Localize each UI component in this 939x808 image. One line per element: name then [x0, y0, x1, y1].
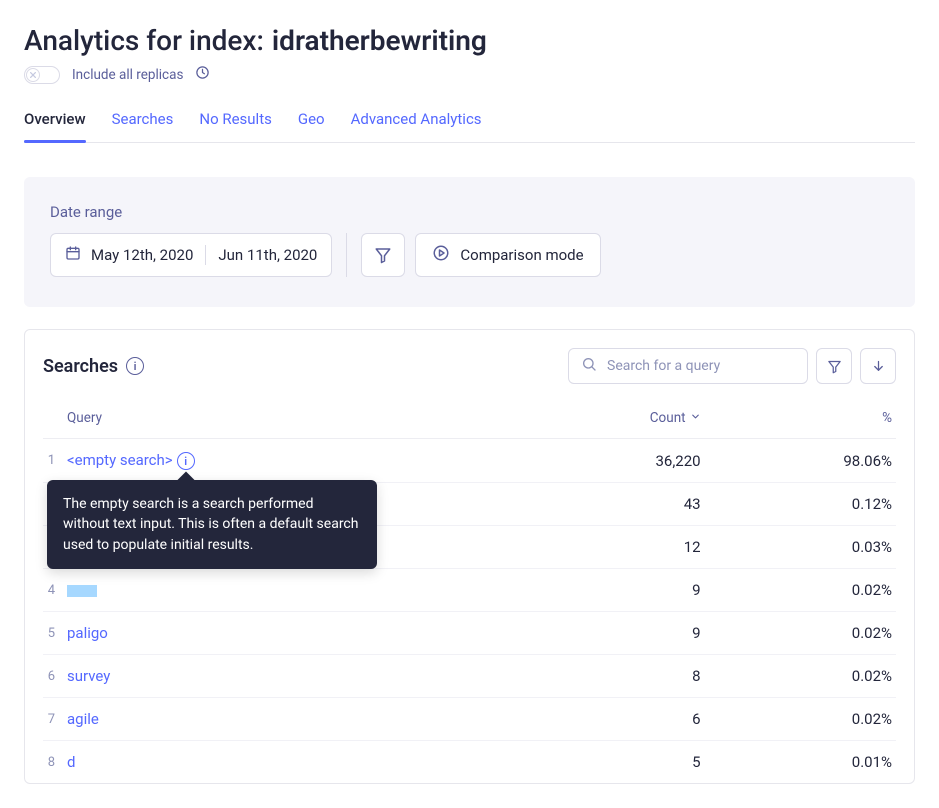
calendar-icon: [65, 245, 81, 265]
table-row[interactable]: 1<empty search>i36,22098.06%: [43, 439, 896, 483]
row-query[interactable]: paligo: [63, 612, 492, 655]
card-title: Searches i: [43, 356, 144, 377]
row-query[interactable]: [63, 569, 492, 612]
row-query[interactable]: d: [63, 741, 492, 784]
row-index: 1: [43, 439, 63, 483]
index-name: idratherbewriting: [272, 24, 487, 57]
include-replicas-toggle[interactable]: [24, 66, 60, 84]
table-row[interactable]: 6survey 80.02%: [43, 655, 896, 698]
filter-button[interactable]: [361, 233, 405, 277]
tab-overview[interactable]: Overview: [24, 102, 86, 142]
row-index: 4: [43, 569, 63, 612]
row-pct: 0.02%: [717, 655, 896, 698]
row-pct: 98.06%: [717, 439, 896, 483]
chevron-down-icon: [690, 410, 701, 426]
date-controls-row: May 12th, 2020 Jun 11th, 2020 Comparison…: [50, 233, 889, 277]
card-title-text: Searches: [43, 356, 118, 377]
searches-table: Query Count % 1<empty search>i36,22098.0…: [43, 398, 896, 783]
date-start: May 12th, 2020: [91, 246, 193, 264]
query-text: agile: [67, 710, 99, 728]
query-text: survey: [67, 667, 110, 685]
empty-search-tooltip: The empty search is a search performed w…: [47, 480, 377, 569]
page-title: Analytics for index: idratherbewriting: [24, 24, 915, 57]
date-end: Jun 11th, 2020: [218, 246, 317, 264]
row-query[interactable]: survey: [63, 655, 492, 698]
toggle-knob: [26, 68, 40, 82]
tab-geo[interactable]: Geo: [298, 102, 325, 142]
tab-no-results[interactable]: No Results: [199, 102, 271, 142]
row-pct: 0.02%: [717, 569, 896, 612]
query-search-wrap: [568, 348, 808, 384]
card-header: Searches i: [43, 348, 896, 384]
redacted-query: [67, 585, 97, 597]
row-pct: 0.12%: [717, 483, 896, 526]
date-range-label: Date range: [50, 203, 889, 221]
search-icon: [581, 356, 597, 376]
info-icon[interactable]: i: [126, 357, 144, 375]
table-row[interactable]: 5paligo 90.02%: [43, 612, 896, 655]
date-range-panel: Date range May 12th, 2020 Jun 11th, 2020…: [24, 177, 915, 307]
query-text: <empty search>: [67, 451, 173, 469]
card-actions: [568, 348, 896, 384]
row-index: 5: [43, 612, 63, 655]
tab-searches[interactable]: Searches: [112, 102, 174, 142]
row-index: 8: [43, 741, 63, 784]
row-index: 6: [43, 655, 63, 698]
subheader: Include all replicas: [24, 65, 915, 84]
row-count: 9: [492, 569, 716, 612]
history-icon[interactable]: [195, 65, 210, 84]
comparison-mode-button[interactable]: Comparison mode: [415, 233, 600, 277]
row-count: 12: [492, 526, 716, 569]
table-row[interactable]: 4 90.02%: [43, 569, 896, 612]
date-divider: [205, 245, 206, 265]
comparison-mode-label: Comparison mode: [460, 246, 583, 264]
table-row[interactable]: 7agile 60.02%: [43, 698, 896, 741]
row-index: 7: [43, 698, 63, 741]
col-count[interactable]: Count: [492, 398, 716, 439]
row-query[interactable]: <empty search>i: [63, 439, 492, 483]
searches-card: Searches i Query: [24, 329, 915, 784]
query-text: paligo: [67, 624, 108, 642]
row-count: 6: [492, 698, 716, 741]
row-query[interactable]: agile: [63, 698, 492, 741]
row-count: 36,220: [492, 439, 716, 483]
title-prefix: Analytics for index:: [24, 24, 264, 57]
table-row[interactable]: 8d 50.01%: [43, 741, 896, 784]
row-pct: 0.02%: [717, 612, 896, 655]
query-text: d: [67, 753, 75, 771]
tabs: Overview Searches No Results Geo Advance…: [24, 102, 915, 143]
col-query: Query: [63, 398, 492, 439]
divider: [346, 233, 347, 277]
row-pct: 0.03%: [717, 526, 896, 569]
play-circle-icon: [432, 244, 450, 266]
row-count: 8: [492, 655, 716, 698]
download-button[interactable]: [860, 348, 896, 384]
row-count: 9: [492, 612, 716, 655]
row-count: 43: [492, 483, 716, 526]
filter-small-button[interactable]: [816, 348, 852, 384]
row-count: 5: [492, 741, 716, 784]
tab-advanced-analytics[interactable]: Advanced Analytics: [351, 102, 482, 142]
info-icon[interactable]: i: [177, 452, 195, 470]
date-range-picker[interactable]: May 12th, 2020 Jun 11th, 2020: [50, 233, 332, 277]
query-search-input[interactable]: [607, 358, 795, 374]
include-replicas-label: Include all replicas: [72, 67, 183, 83]
col-pct: %: [717, 398, 896, 439]
row-pct: 0.01%: [717, 741, 896, 784]
row-pct: 0.02%: [717, 698, 896, 741]
